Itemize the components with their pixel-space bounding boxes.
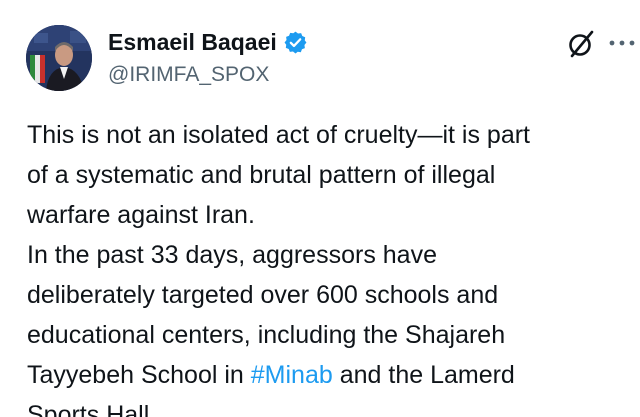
tweet-text: This is not an isolated act of cruelty—i… (27, 115, 627, 417)
tweet-line: Tayyebeh School in #Minab and the Lamerd (27, 355, 627, 395)
tweet-line: Sports Hall. (27, 401, 157, 417)
more-horizontal-icon[interactable] (606, 30, 640, 56)
tweet-line: deliberately targeted over 600 schools a… (27, 281, 499, 309)
hashtag-link[interactable]: #Minab (251, 361, 333, 389)
avatar-photo (26, 25, 92, 91)
author-name-row[interactable]: Esmaeil Baqaei (108, 28, 308, 56)
tweet-line: In the past 33 days, aggressors have (27, 241, 437, 269)
tweet-line: This is not an isolated act of cruelty—i… (27, 121, 530, 149)
tweet-line: warfare against Iran. (27, 201, 255, 229)
tweet-text-segment: and the Lamerd (332, 361, 515, 389)
author-handle[interactable]: @IRIMFA_SPOX (108, 62, 269, 88)
avatar[interactable] (26, 25, 92, 91)
tweet-text-segment: Tayyebeh School in (27, 361, 251, 389)
author-display-name[interactable]: Esmaeil Baqaei (108, 28, 277, 56)
grok-slash-icon[interactable] (566, 29, 596, 59)
tweet-line: educational centers, including the Shaja… (27, 321, 506, 349)
tweet-line: of a systematic and brutal pattern of il… (27, 161, 496, 189)
verified-badge-icon[interactable] (283, 30, 308, 55)
